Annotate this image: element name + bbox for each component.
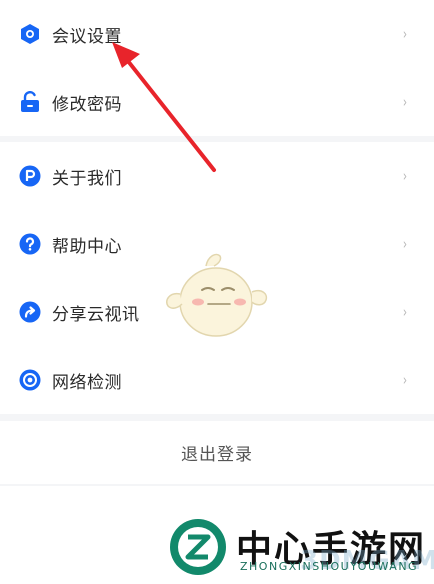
unlock-icon <box>21 91 39 112</box>
mascot-watermark <box>166 253 268 337</box>
question-circle-icon <box>19 233 41 255</box>
share-circle-icon <box>19 301 41 323</box>
settings-group-account: 会议设置 › 修改密码 › <box>0 0 434 136</box>
watermark-subtitle: ZHONGXINSHOUYOUWANG <box>240 560 419 573</box>
chevron-right-icon: › <box>402 235 408 253</box>
network-circle-icon <box>19 369 41 391</box>
chevron-right-icon: › <box>402 303 408 321</box>
chevron-right-icon: › <box>402 25 408 43</box>
menu-item-label: 网络检测 <box>52 372 122 393</box>
menu-item-change-password[interactable]: 修改密码 › <box>0 68 434 136</box>
chevron-right-icon: › <box>402 167 408 185</box>
menu-item-about-us[interactable]: 关于我们 › <box>0 142 434 210</box>
p-circle-icon <box>19 165 41 187</box>
menu-item-label: 帮助中心 <box>52 236 122 257</box>
chevron-right-icon: › <box>402 93 408 111</box>
menu-item-label: 分享云视讯 <box>52 304 140 325</box>
logout-button[interactable]: 退出登录 <box>0 421 434 484</box>
menu-item-label: 关于我们 <box>52 168 122 189</box>
menu-item-label: 会议设置 <box>52 26 122 47</box>
hexagon-icon <box>21 24 39 44</box>
menu-item-network-test[interactable]: 网络检测 › <box>0 346 434 414</box>
menu-item-meeting-settings[interactable]: 会议设置 › <box>0 0 434 68</box>
menu-item-label: 修改密码 <box>52 94 122 115</box>
watermark-logo-icon <box>170 519 226 575</box>
chevron-right-icon: › <box>402 371 408 389</box>
